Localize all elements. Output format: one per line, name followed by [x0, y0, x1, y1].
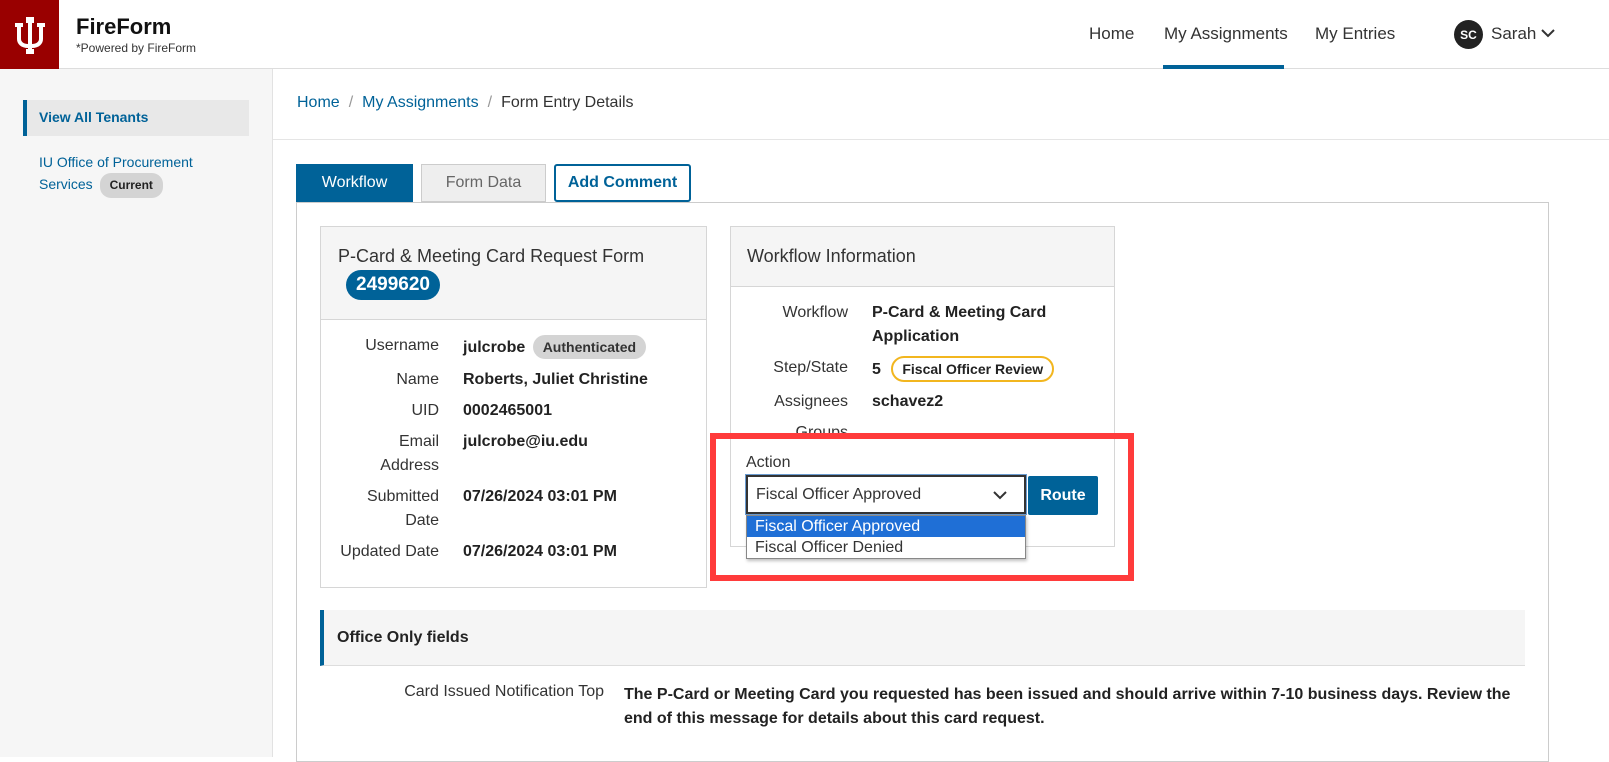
top-header: FireForm *Powered by FireForm Home My As…: [0, 0, 1609, 69]
trident-icon: [14, 16, 45, 54]
submitted-value: 07/26/2024 03:01 PM: [463, 488, 617, 505]
breadcrumb-separator: /: [487, 94, 493, 111]
chevron-down-icon[interactable]: [1540, 25, 1556, 41]
card-issued-label: Card Issued Notification Top: [404, 683, 604, 700]
email-label: Email Address: [340, 430, 439, 478]
divider: [273, 139, 1609, 140]
avatar[interactable]: SC: [1454, 20, 1483, 49]
tab-workflow[interactable]: Workflow: [296, 164, 413, 202]
nav-my-assignments[interactable]: My Assignments: [1164, 24, 1288, 44]
step-state-value: 5 Fiscal Officer Review: [872, 356, 1055, 382]
highlight-box: [710, 433, 1134, 581]
nav-my-entries[interactable]: My Entries: [1315, 24, 1395, 44]
breadcrumb-my-assignments[interactable]: My Assignments: [362, 94, 478, 111]
uid-value: 0002465001: [463, 402, 552, 419]
uid-label: UID: [411, 402, 439, 419]
email-label-line2: Address: [380, 457, 439, 474]
breadcrumb: Home / My Assignments / Form Entry Details: [297, 94, 634, 112]
tab-form-data[interactable]: Form Data: [421, 164, 546, 202]
workflow-value-line2: Application: [872, 328, 960, 345]
iu-trident-logo[interactable]: [0, 0, 59, 69]
step-state-label: Step/State: [773, 359, 848, 376]
email-value: julcrobe@iu.edu: [463, 433, 588, 450]
updated-value: 07/26/2024 03:01 PM: [463, 543, 617, 560]
updated-label: Updated Date: [340, 543, 439, 560]
sidebar-item-tenant[interactable]: IU Office of Procurement Services Curren…: [39, 152, 239, 198]
name-label: Name: [396, 371, 439, 388]
form-card-header: P-Card & Meeting Card Request Form 24996…: [321, 227, 706, 320]
workflow-value: P-Card & Meeting Card Application: [872, 301, 1046, 349]
add-comment-button[interactable]: Add Comment: [554, 164, 691, 202]
current-badge: Current: [99, 173, 163, 198]
card-issued-value: The P-Card or Meeting Card you requested…: [624, 686, 1511, 727]
username-value: julcrobe Authenticated: [463, 335, 647, 360]
state-badge: Fiscal Officer Review: [891, 356, 1055, 382]
breadcrumb-separator: /: [348, 94, 354, 111]
authenticated-badge: Authenticated: [532, 335, 647, 359]
workflow-label: Workflow: [782, 304, 849, 321]
assignees-label: Assignees: [774, 393, 848, 410]
user-menu-name[interactable]: Sarah: [1491, 24, 1536, 44]
office-only-header: Office Only fields: [320, 610, 1525, 666]
nav-active-indicator: [1163, 65, 1284, 69]
username-text: julcrobe: [463, 339, 526, 356]
email-label-line1: Email: [398, 433, 439, 450]
workflow-card-title: Workflow Information: [747, 246, 916, 266]
sidebar-item-label: View All Tenants: [39, 109, 149, 125]
nav-home[interactable]: Home: [1089, 24, 1134, 44]
step-number: 5: [872, 361, 881, 378]
brand-title: FireForm: [76, 14, 172, 39]
brand-subtitle: *Powered by FireForm: [76, 41, 197, 55]
breadcrumb-home[interactable]: Home: [297, 94, 340, 111]
breadcrumb-current: Form Entry Details: [501, 94, 634, 111]
form-title: P-Card & Meeting Card Request Form: [338, 246, 645, 266]
workflow-value-line1: P-Card & Meeting Card: [872, 304, 1047, 321]
submitted-label-line1: Submitted: [366, 488, 439, 505]
sidebar-item-view-all-tenants[interactable]: View All Tenants: [23, 100, 249, 136]
submitted-label: Submitted Date: [340, 485, 439, 533]
name-value: Roberts, Juliet Christine: [463, 371, 648, 388]
workflow-card-header: Workflow Information: [731, 227, 1114, 287]
office-only-title: Office Only fields: [337, 629, 469, 646]
assignees-value: schavez2: [872, 393, 944, 410]
username-label: Username: [365, 337, 439, 354]
entry-id-badge: 2499620: [346, 270, 440, 300]
submitted-label-line2: Date: [405, 512, 439, 529]
